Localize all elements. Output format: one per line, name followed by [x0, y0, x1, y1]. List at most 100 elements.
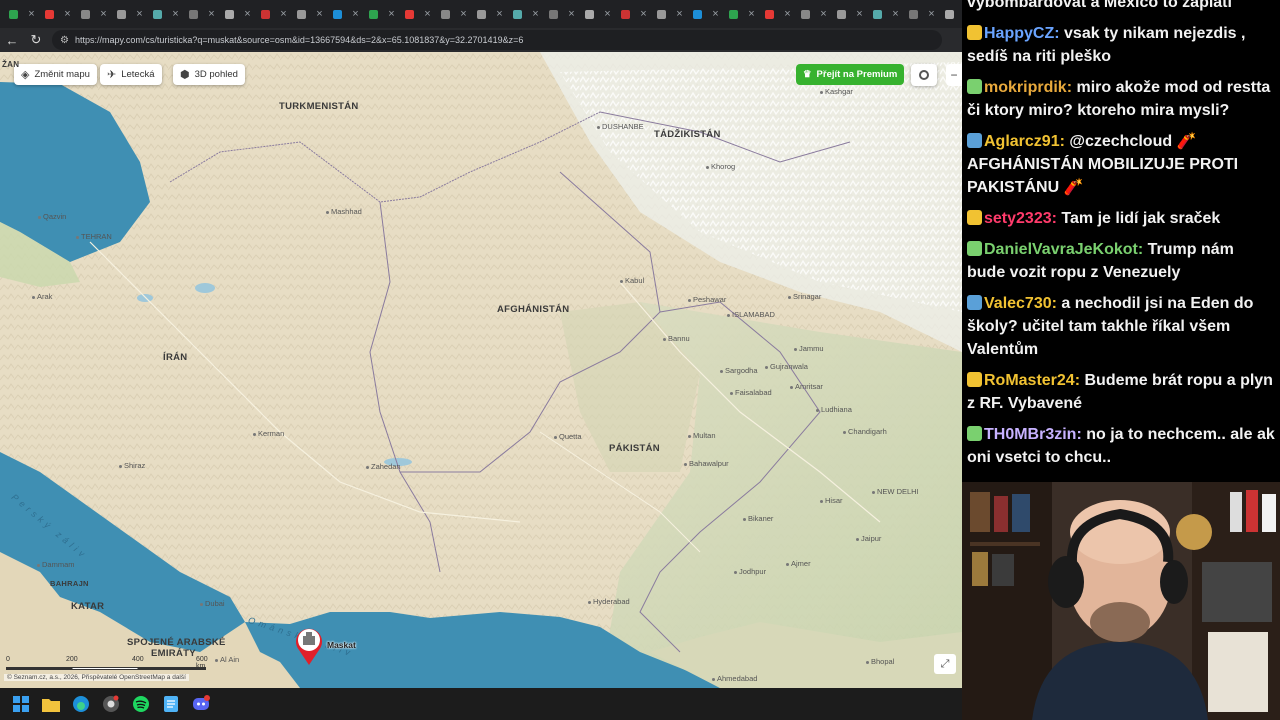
- change-map-button[interactable]: ◈ Změnit mapu: [14, 64, 97, 85]
- browser-tab[interactable]: [654, 7, 669, 22]
- tab-close-icon[interactable]: ×: [924, 7, 939, 22]
- browser-tab[interactable]: [834, 7, 849, 22]
- site-info-icon[interactable]: ⚙: [60, 35, 69, 46]
- browser-tab[interactable]: [438, 7, 453, 22]
- browser-tab[interactable]: [294, 7, 309, 22]
- chat-username[interactable]: mokriprdik:: [984, 79, 1072, 96]
- browser-tab[interactable]: [366, 7, 381, 22]
- aerial-button[interactable]: ✈ Letecká: [100, 64, 162, 85]
- aerial-label: Letecká: [121, 69, 155, 80]
- chat-badge-icon: [967, 79, 982, 94]
- tab-close-icon[interactable]: ×: [564, 7, 579, 22]
- browser-tab[interactable]: [222, 7, 237, 22]
- tab-close-icon[interactable]: ×: [348, 7, 363, 22]
- browser-tab[interactable]: [42, 7, 57, 22]
- browser-tab[interactable]: [726, 7, 741, 22]
- tab-favicon-icon: [585, 9, 594, 19]
- tab-close-icon[interactable]: ×: [888, 7, 903, 22]
- city-label: Hyderabad: [588, 597, 630, 606]
- tab-close-icon[interactable]: ×: [852, 7, 867, 22]
- tab-close-icon[interactable]: ×: [96, 7, 111, 22]
- browser-tab[interactable]: [942, 7, 957, 22]
- tab-close-icon[interactable]: ×: [492, 7, 507, 22]
- browser-tab[interactable]: [330, 7, 345, 22]
- tab-close-icon[interactable]: ×: [276, 7, 291, 22]
- browser-tab[interactable]: [798, 7, 813, 22]
- browser-tab[interactable]: [510, 7, 525, 22]
- spotify-icon[interactable]: [130, 693, 152, 715]
- browser-tab[interactable]: [186, 7, 201, 22]
- 3d-view-button[interactable]: ⬢ 3D pohled: [173, 64, 245, 85]
- browser-tab[interactable]: [870, 7, 885, 22]
- country-label: SPOJENÉ ARABSKÉ: [127, 637, 226, 648]
- tab-favicon-icon: [9, 9, 18, 19]
- premium-button[interactable]: ♛ Přejít na Premium: [796, 64, 905, 85]
- tab-close-icon[interactable]: ×: [312, 7, 327, 22]
- browser-tab[interactable]: [762, 7, 777, 22]
- edge-browser-icon[interactable]: [70, 693, 92, 715]
- chat-badge-icon: [967, 295, 982, 310]
- tab-favicon-icon: [873, 9, 882, 19]
- tab-close-icon[interactable]: ×: [24, 7, 39, 22]
- tab-close-icon[interactable]: ×: [636, 7, 651, 22]
- tab-close-icon[interactable]: ×: [708, 7, 723, 22]
- taskbar: [0, 688, 962, 720]
- chat-username[interactable]: sety2323:: [984, 210, 1057, 227]
- chrome-icon[interactable]: [100, 693, 122, 715]
- discord-icon[interactable]: [190, 693, 212, 715]
- map-attribution[interactable]: © Seznam.cz, a.s., 2026, Přispěvatelé Op…: [4, 674, 189, 681]
- zoom-out-button[interactable]: −: [946, 64, 962, 86]
- browser-tab[interactable]: [150, 7, 165, 22]
- browser-tab[interactable]: [258, 7, 273, 22]
- tab-favicon-icon: [621, 9, 630, 19]
- tab-favicon-icon: [801, 9, 810, 19]
- chat-username[interactable]: DanielVavraJeKokot:: [984, 241, 1143, 258]
- back-arrow-icon[interactable]: ←: [0, 28, 24, 52]
- browser-tab[interactable]: [582, 7, 597, 22]
- browser-tab[interactable]: [402, 7, 417, 22]
- chat-username[interactable]: TH0MBr3zin:: [984, 426, 1082, 443]
- chat-message: RoMaster24: Budeme brát ropu a plyn z RF…: [967, 369, 1276, 415]
- tab-close-icon[interactable]: ×: [456, 7, 471, 22]
- browser-tab[interactable]: [546, 7, 561, 22]
- city-label: Ludhiana: [816, 405, 852, 414]
- browser-tab[interactable]: [6, 7, 21, 22]
- tab-close-icon[interactable]: ×: [132, 7, 147, 22]
- tab-close-icon[interactable]: ×: [420, 7, 435, 22]
- locate-me-button[interactable]: [911, 64, 937, 86]
- chat-badge-icon: [967, 241, 982, 256]
- windows-start-icon[interactable]: [10, 693, 32, 715]
- browser-tab[interactable]: [474, 7, 489, 22]
- city-label: Qazvin: [38, 212, 66, 221]
- browser-tab[interactable]: [618, 7, 633, 22]
- address-bar[interactable]: ⚙ https://mapy.com/cs/turisticka?q=muska…: [52, 30, 942, 50]
- map-canvas[interactable]: ◈ Změnit mapu ✈ Letecká ⬢ 3D pohled ♛ Př…: [0, 52, 962, 688]
- tab-close-icon[interactable]: ×: [600, 7, 615, 22]
- tab-close-icon[interactable]: ×: [168, 7, 183, 22]
- browser-tab[interactable]: [78, 7, 93, 22]
- tab-close-icon[interactable]: ×: [528, 7, 543, 22]
- chat-username[interactable]: HappyCZ:: [984, 25, 1060, 42]
- browser-tab[interactable]: [690, 7, 705, 22]
- location-pin-icon[interactable]: [293, 626, 325, 666]
- tab-close-icon[interactable]: ×: [240, 7, 255, 22]
- reload-icon[interactable]: ↻: [24, 28, 48, 52]
- tab-favicon-icon: [297, 9, 306, 19]
- tab-close-icon[interactable]: ×: [384, 7, 399, 22]
- city-label: Jammu: [794, 344, 824, 353]
- browser-tab[interactable]: [906, 7, 921, 22]
- tab-close-icon[interactable]: ×: [780, 7, 795, 22]
- chat-username[interactable]: Aglarcz91:: [984, 133, 1065, 150]
- file-explorer-icon[interactable]: [40, 693, 62, 715]
- browser-tab[interactable]: [114, 7, 129, 22]
- tab-close-icon[interactable]: ×: [672, 7, 687, 22]
- city-label: Bahawalpur: [684, 459, 729, 468]
- notepad-icon[interactable]: [160, 693, 182, 715]
- tab-close-icon[interactable]: ×: [744, 7, 759, 22]
- chat-username[interactable]: RoMaster24:: [984, 372, 1080, 389]
- chat-username[interactable]: Valec730:: [984, 295, 1057, 312]
- tab-close-icon[interactable]: ×: [60, 7, 75, 22]
- tab-close-icon[interactable]: ×: [816, 7, 831, 22]
- fullscreen-icon[interactable]: ⤢: [934, 654, 956, 674]
- tab-close-icon[interactable]: ×: [204, 7, 219, 22]
